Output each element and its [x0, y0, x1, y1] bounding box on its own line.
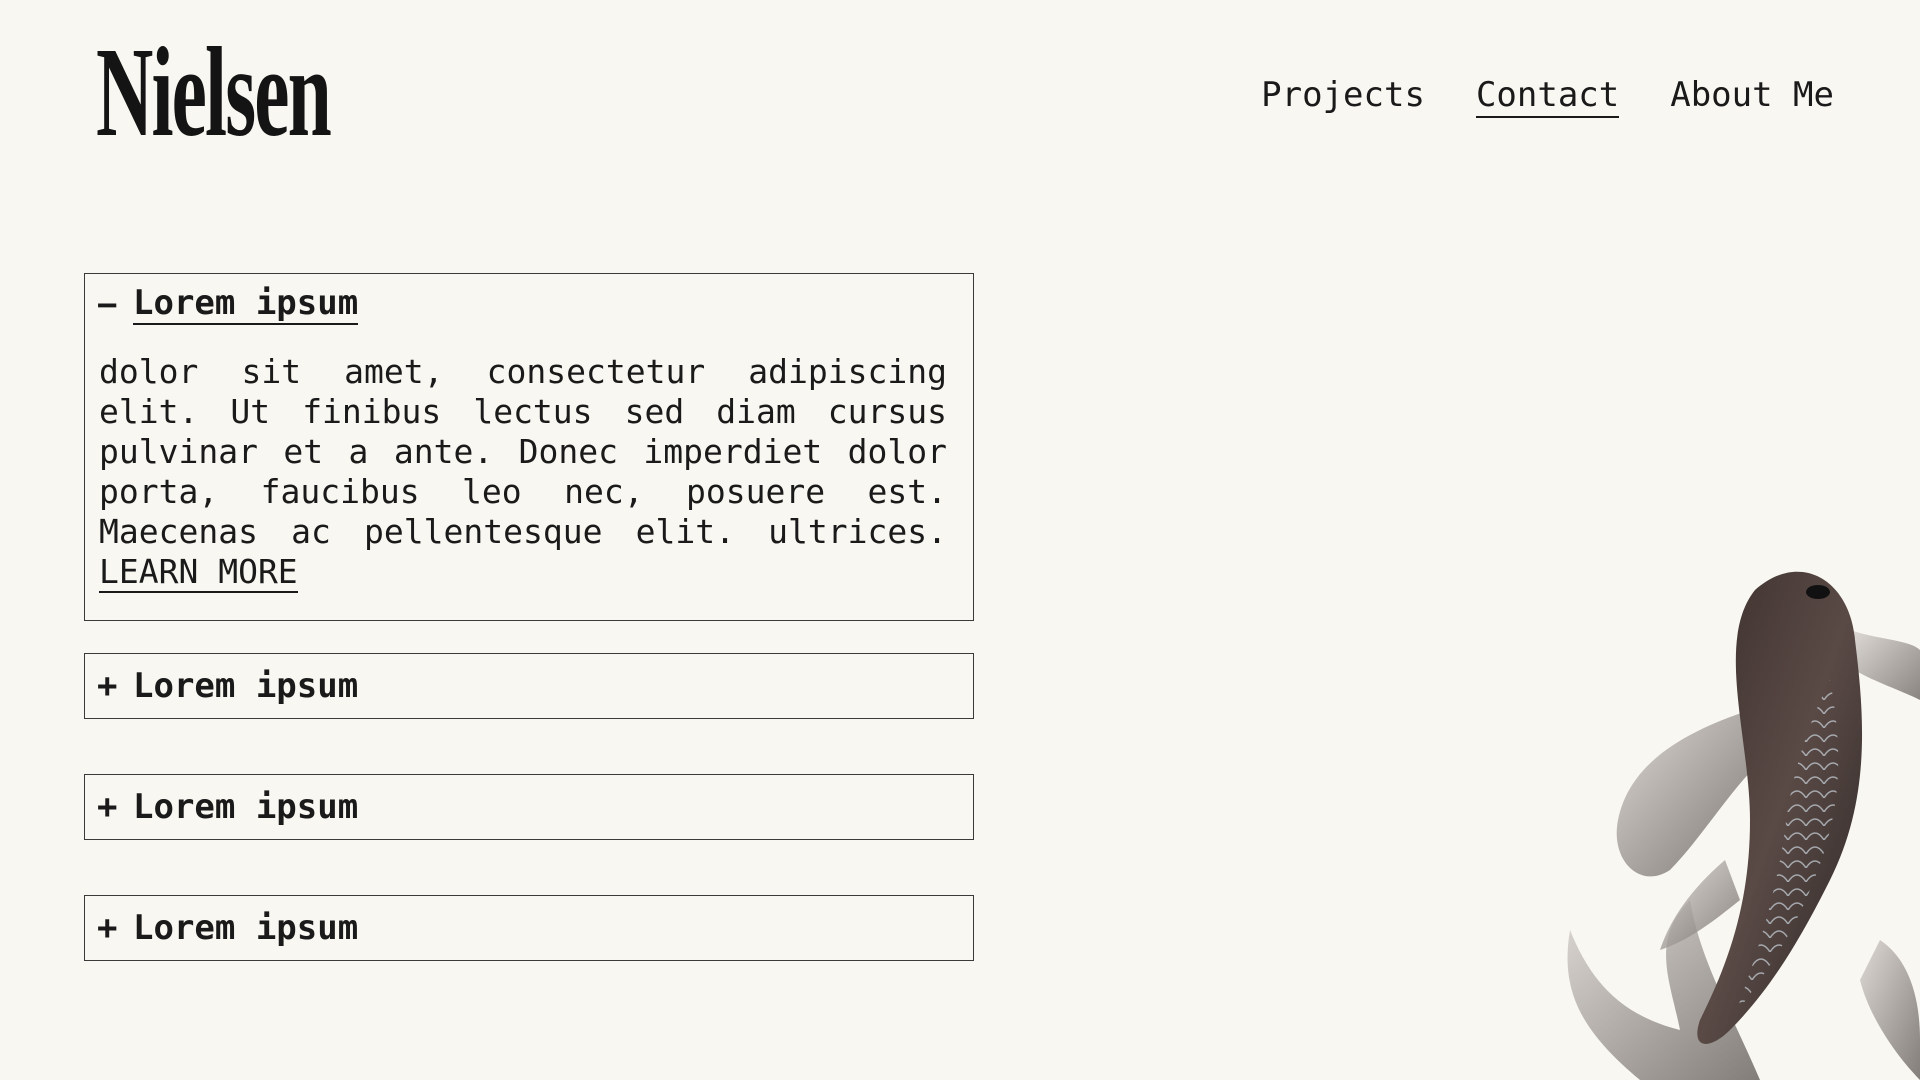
nav-link-about-me[interactable]: About Me — [1670, 78, 1834, 118]
accordion-body: dolor sit amet, consectetur adipiscing e… — [85, 336, 973, 620]
accordion-header[interactable]: + Lorem ipsum — [85, 896, 973, 959]
accordion-header[interactable]: − Lorem ipsum — [85, 274, 973, 336]
collapse-icon: − — [97, 285, 118, 325]
koi-fish-icon — [1567, 571, 1920, 1080]
main-nav: Projects Contact About Me — [1261, 78, 1834, 118]
accordion-item-3: + Lorem ipsum — [84, 774, 974, 840]
accordion-title: Lorem ipsum — [133, 283, 359, 325]
accordion-header[interactable]: + Lorem ipsum — [85, 654, 973, 717]
accordion-title: Lorem ipsum — [133, 665, 359, 706]
accordion-item-4: + Lorem ipsum — [84, 895, 974, 961]
nav-link-contact[interactable]: Contact — [1475, 78, 1620, 118]
accordion-header[interactable]: + Lorem ipsum — [85, 775, 973, 838]
expand-icon: + — [97, 665, 118, 706]
expand-icon: + — [97, 786, 118, 827]
expand-icon: + — [97, 907, 118, 948]
accordion-title: Lorem ipsum — [133, 786, 359, 827]
accordion-title: Lorem ipsum — [133, 907, 359, 948]
accordion-item-1: − Lorem ipsum dolor sit amet, consectetu… — [84, 273, 974, 621]
logo[interactable]: Nielsen — [96, 28, 332, 156]
accordion-item-2: + Lorem ipsum — [84, 653, 974, 719]
nav-link-projects[interactable]: Projects — [1261, 78, 1425, 118]
accordion-body-text: dolor sit amet, consectetur adipiscing e… — [99, 352, 947, 551]
learn-more-link[interactable]: LEARN MORE — [99, 552, 298, 593]
